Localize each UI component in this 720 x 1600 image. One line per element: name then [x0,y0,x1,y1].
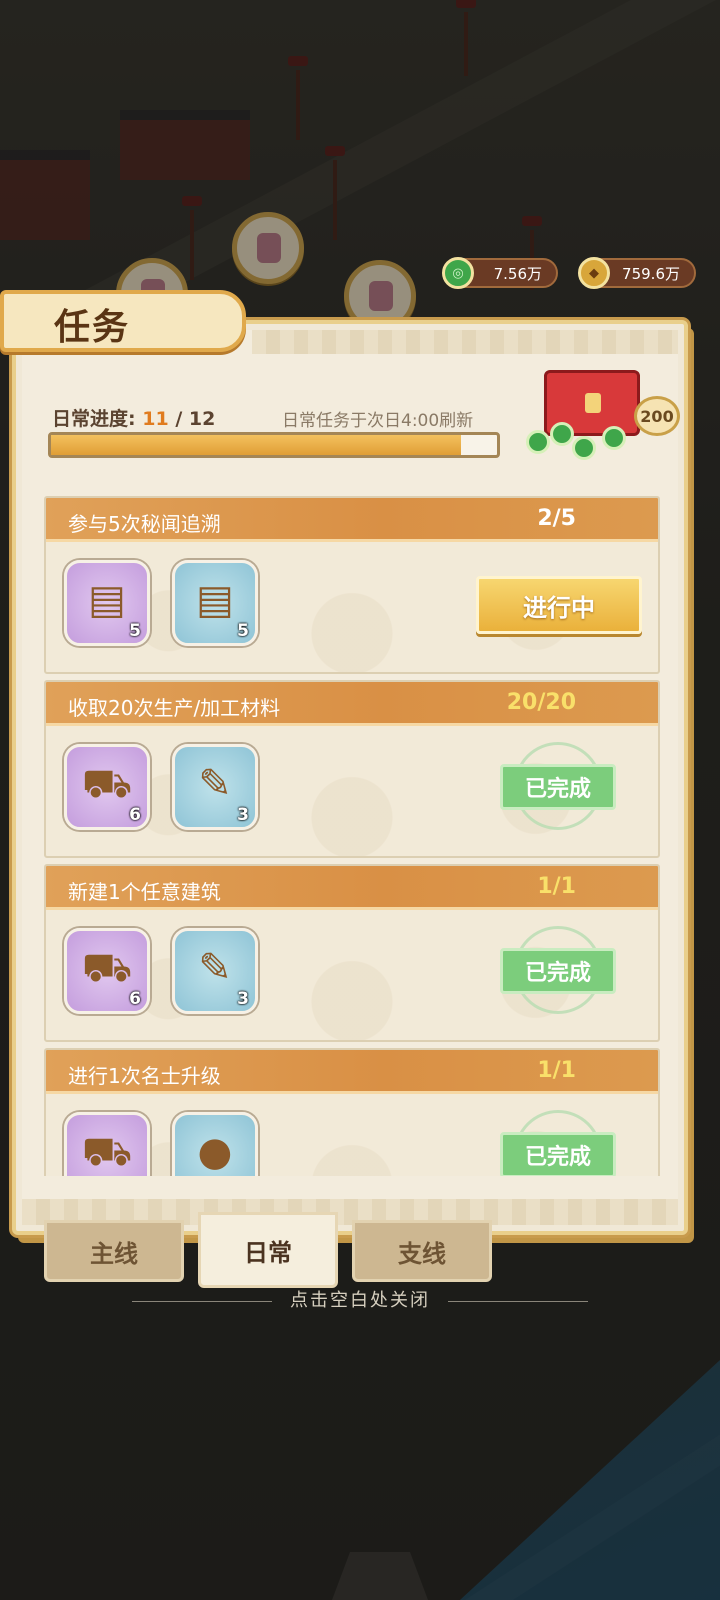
panel-border-pattern [252,330,678,354]
progress-total: 12 [188,408,216,430]
reward-chest[interactable]: 200 [522,362,682,472]
task-count: 1/1 [537,1058,576,1083]
tab-main-quest[interactable]: 主线 [44,1220,184,1282]
tab-side-quest[interactable]: 支线 [352,1220,492,1282]
reward-item[interactable]: ✎ 3 [172,744,258,830]
reward-item[interactable]: ⛟ [64,1112,150,1176]
reward-quantity: 3 [237,805,249,825]
task-header: 参与5次秘闻追溯 2/5 [46,498,658,542]
reward-quantity: 3 [237,989,249,1009]
reward-item[interactable]: ▤ 5 [172,560,258,646]
reward-item[interactable]: ⛟ 6 [64,744,150,830]
daily-progress-bar [48,432,500,458]
reward-quantity: 5 [129,621,141,641]
reward-quantity: 6 [129,989,141,1009]
task-title: 收取20次生产/加工材料 [68,696,281,720]
jade-currency[interactable]: ◎ 7.56万 [442,257,558,289]
panel-title: 任务 [54,307,131,348]
task-count: 20/20 [506,690,576,715]
reward-item[interactable]: ● [172,1112,258,1176]
chest-reward-badge: 200 [634,396,680,436]
task-title: 参与5次秘闻追溯 [68,512,221,536]
reward-item[interactable]: ⛟ 6 [64,928,150,1014]
reward-quantity: 6 [129,805,141,825]
panel-title-tab: 任务 [0,290,246,352]
refresh-note: 日常任务于次日4:00刷新 [282,411,474,431]
gold-coin-icon: ◆ [578,257,610,289]
task-header: 收取20次生产/加工材料 20/20 [46,682,658,726]
completed-stamp: 已完成 [500,926,616,1020]
progress-current: 11 [142,408,169,430]
scroll-book-purple-icon: ▤ [88,577,126,623]
task-card: 参与5次秘闻追溯 2/5 ▤ 5 ▤ 5 进行中 [44,496,660,674]
task-header: 进行1次名士升级 1/1 [46,1050,658,1094]
daily-progress-label: 日常进度: 11 / 12 [52,408,216,430]
jade-amount: 7.56万 [493,264,542,283]
completed-stamp: 已完成 [500,742,616,836]
gold-amount: 759.6万 [622,264,680,283]
jade-coins-icon [522,422,632,462]
task-card: 收取20次生产/加工材料 20/20 ⛟ 6 ✎ 3 已完成 [44,680,660,858]
task-header: 新建1个任意建筑 1/1 [46,866,658,910]
task-count: 2/5 [537,506,576,531]
reward-quantity: 5 [237,621,249,641]
scroll-book-blue-icon: ▤ [196,577,234,623]
task-card: 新建1个任意建筑 1/1 ⛟ 6 ✎ 3 已完成 [44,864,660,1042]
completed-label: 已完成 [500,764,616,810]
task-title: 新建1个任意建筑 [68,880,221,904]
cart-icon: ⛟ [81,1129,133,1175]
task-card: 进行1次名士升级 1/1 ⛟ ● 已完成 [44,1048,660,1176]
reward-item[interactable]: ✎ 3 [172,928,258,1014]
completed-label: 已完成 [500,948,616,994]
pig-coin-icon: ● [197,1129,233,1175]
task-count: 1/1 [537,874,576,899]
brush-icon: ✎ [198,761,232,807]
close-hint[interactable]: 点击空白处关闭 [0,1286,720,1311]
tab-daily[interactable]: 日常 [198,1212,338,1288]
reward-item[interactable]: ▤ 5 [64,560,150,646]
category-tabs: 主线 日常 支线 [0,1212,720,1292]
completed-label: 已完成 [500,1132,616,1176]
in-progress-button[interactable]: 进行中 [476,576,642,634]
brush-icon: ✎ [198,945,232,991]
task-list[interactable]: 参与5次秘闻追溯 2/5 ▤ 5 ▤ 5 进行中 收取20次生产/加工材料 20/20 ⛟ 6 ✎ 3 已… [44,496,660,1176]
gold-currency[interactable]: ◆ 759.6万 [578,257,696,289]
daily-progress-fill [51,435,462,455]
task-title: 进行1次名士升级 [68,1064,221,1088]
completed-stamp: 已完成 [500,1110,616,1176]
jade-coin-icon: ◎ [442,257,474,289]
